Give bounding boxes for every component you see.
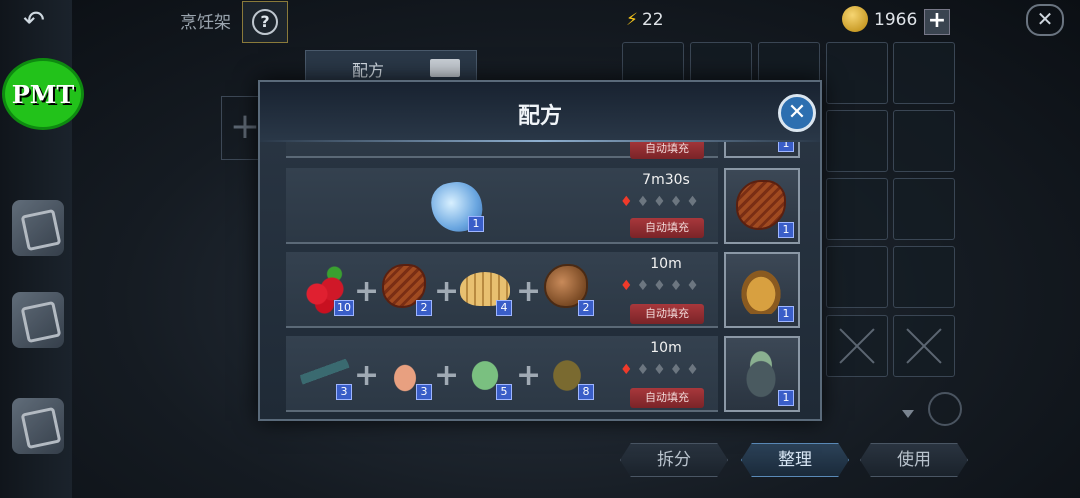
- ingredient-count: 3: [336, 384, 352, 400]
- flame-icon: ♦: [669, 362, 687, 378]
- heat-level: ♦♦♦♦♦: [620, 194, 703, 210]
- recipe-tab[interactable]: 配方: [305, 50, 477, 84]
- recipe-row: 3 + 3 + 5 + 8 10m ♦♦♦♦♦ 自动填充 1: [286, 336, 800, 412]
- inventory-slot[interactable]: [826, 110, 888, 172]
- flame-icon: ♦: [636, 194, 654, 210]
- recipe-result-slot[interactable]: 1: [724, 142, 800, 158]
- flame-icon: ♦: [686, 194, 703, 210]
- cook-time: 10m: [650, 340, 682, 356]
- recipe-result-slot[interactable]: 1: [724, 336, 800, 412]
- plus-icon: +: [354, 358, 380, 393]
- pmt-watermark-badge: PMT: [2, 58, 84, 130]
- dialog-header: 配方 ✕: [260, 82, 820, 142]
- back-arrow-icon[interactable]: ↶: [14, 6, 54, 36]
- ingredient-count: 2: [578, 300, 594, 316]
- book-icon: [430, 59, 460, 77]
- energy-counter: ⚡ 22: [626, 10, 664, 30]
- map-icon[interactable]: [12, 200, 64, 256]
- plus-icon: +: [434, 274, 460, 309]
- flame-icon: ♦: [686, 278, 703, 294]
- result-count: 1: [778, 142, 794, 152]
- ingredient-count: 1: [468, 216, 484, 232]
- flame-icon: ♦: [636, 278, 654, 294]
- inventory-slot[interactable]: [893, 42, 955, 104]
- scroll-icon[interactable]: [12, 292, 64, 348]
- recipe-result-slot[interactable]: 1: [724, 168, 800, 244]
- flame-icon: ♦: [620, 278, 637, 294]
- add-coins-button[interactable]: +: [924, 9, 950, 35]
- recipe-row: 自动填充 1: [286, 142, 800, 159]
- mace-item-slot[interactable]: [826, 246, 888, 308]
- sort-button[interactable]: 整理: [741, 443, 849, 477]
- recipe-row: 10 + 2 + 4 + 2 10m ♦♦♦♦♦ 自动填充 1: [286, 252, 800, 328]
- shovel-item-slot[interactable]: [893, 246, 955, 308]
- heat-level: ♦♦♦♦♦: [620, 278, 703, 294]
- recipe-tab-label: 配方: [352, 61, 385, 80]
- plus-icon: +: [516, 358, 542, 393]
- heat-level: ♦♦♦♦♦: [620, 362, 703, 378]
- inventory-slot[interactable]: [826, 42, 888, 104]
- flame-icon: ♦: [669, 194, 687, 210]
- coin-icon: [842, 6, 868, 32]
- plus-icon: +: [354, 274, 380, 309]
- ingredient-count: 3: [416, 384, 432, 400]
- energy-value: 22: [641, 10, 664, 30]
- plus-icon: +: [516, 274, 542, 309]
- ingredient-count: 8: [578, 384, 594, 400]
- ingredient-count: 4: [496, 300, 512, 316]
- cook-time: 10m: [650, 256, 682, 272]
- inventory-slot[interactable]: [826, 178, 888, 240]
- ingredient-count: 2: [416, 300, 432, 316]
- dialog-close-button[interactable]: ✕: [778, 94, 816, 132]
- inventory-slot[interactable]: [893, 178, 955, 240]
- result-count: 1: [778, 306, 794, 322]
- help-icon: ?: [252, 9, 278, 35]
- flame-icon: ♦: [653, 278, 670, 294]
- autofill-button[interactable]: 自动填充: [630, 388, 704, 408]
- close-icon[interactable]: ✕: [1026, 4, 1064, 36]
- autofill-button[interactable]: 自动填充: [630, 218, 704, 238]
- recipe-dialog: 配方 ✕ 自动填充 1 1 7m30s ♦♦♦♦♦ 自动填充 1 10 + 2 …: [258, 80, 822, 421]
- coin-value: 1966: [874, 10, 918, 30]
- lightning-icon: ⚡: [626, 10, 638, 30]
- flame-icon: ♦: [653, 194, 670, 210]
- fist-icon[interactable]: [12, 398, 64, 454]
- flame-icon: ♦: [636, 362, 654, 378]
- locked-slot: [893, 315, 955, 377]
- flame-icon: ♦: [669, 278, 687, 294]
- flame-icon: ♦: [653, 362, 670, 378]
- result-count: 1: [778, 222, 794, 238]
- recipe-list[interactable]: 自动填充 1 1 7m30s ♦♦♦♦♦ 自动填充 1 10 + 2 + 4 +…: [260, 142, 820, 419]
- result-count: 1: [778, 390, 794, 406]
- autofill-button[interactable]: 自动填充: [630, 304, 704, 324]
- plus-icon: +: [434, 358, 460, 393]
- locked-slot: [826, 315, 888, 377]
- dropdown-arrow-icon[interactable]: [902, 410, 914, 418]
- flame-icon: ♦: [620, 362, 637, 378]
- ingredient-count: 5: [496, 384, 512, 400]
- cook-time: 7m30s: [642, 172, 690, 188]
- autofill-button[interactable]: 自动填充: [630, 142, 704, 159]
- flame-icon: ♦: [686, 362, 703, 378]
- recipe-row: 1 7m30s ♦♦♦♦♦ 自动填充 1: [286, 168, 800, 244]
- use-button[interactable]: 使用: [860, 443, 968, 477]
- cooking-rack-title: 烹饪架: [180, 13, 231, 33]
- inventory-slot[interactable]: [893, 110, 955, 172]
- help-button[interactable]: ?: [242, 1, 288, 43]
- recipe-result-slot[interactable]: 1: [724, 252, 800, 328]
- flame-icon: ♦: [620, 194, 637, 210]
- dialog-title: 配方: [517, 104, 562, 129]
- split-button[interactable]: 拆分: [620, 443, 728, 477]
- trash-icon[interactable]: [928, 392, 962, 426]
- ingredient-count: 10: [334, 300, 354, 316]
